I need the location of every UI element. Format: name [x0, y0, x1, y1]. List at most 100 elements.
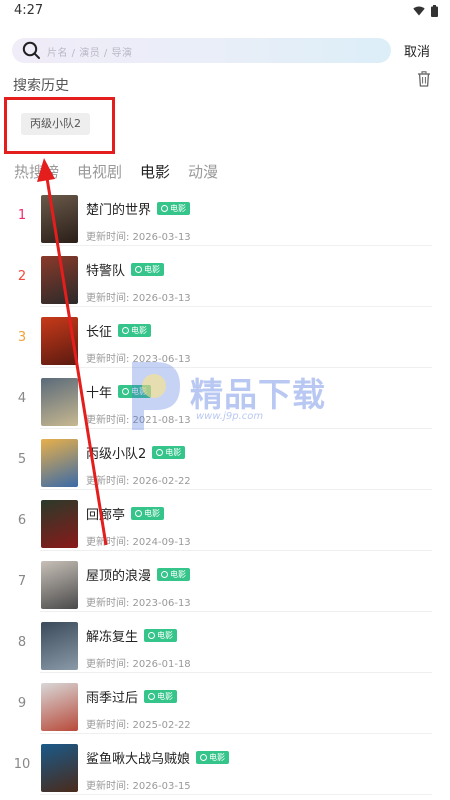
status-time: 4:27: [14, 3, 44, 18]
list-item[interactable]: 8 解冻复生 电影 更新时间: 2026-01-18: [0, 612, 450, 673]
badge-icon: [135, 266, 143, 273]
update-time: 更新时间: 2026-03-15: [86, 781, 191, 792]
update-time: 更新时间: 2026-03-13: [86, 293, 191, 304]
tab-movies[interactable]: 电影: [140, 161, 170, 182]
movie-poster[interactable]: [41, 500, 78, 548]
category-badge: 电影: [152, 446, 186, 459]
badge-icon: [122, 388, 130, 395]
row-divider: [40, 794, 432, 795]
rank-number: 9: [17, 696, 27, 711]
movie-title-line: 回廊亭 电影: [86, 504, 165, 523]
movie-title-line: 丙级小队2 电影: [86, 443, 186, 462]
badge-icon: [200, 754, 208, 761]
update-time: 更新时间: 2024-09-13: [86, 537, 191, 548]
update-time: 更新时间: 2026-03-13: [86, 232, 191, 243]
history-item-chip[interactable]: 丙级小队2: [21, 113, 90, 135]
badge-icon: [161, 205, 169, 212]
movie-title: 回廊亭: [86, 508, 126, 523]
badge-label: 电影: [170, 570, 187, 579]
badge-label: 电影: [131, 387, 148, 396]
movie-title: 长征: [86, 325, 113, 340]
list-item[interactable]: 6 回廊亭 电影更新时间: 2024-09-13: [0, 490, 450, 551]
list-item[interactable]: 3 长征 电影更新时间: 2023-06-13: [0, 307, 450, 368]
badge-label: 电影: [131, 326, 148, 335]
update-time: 更新时间: 2023-06-13: [86, 354, 191, 365]
badge-label: 电影: [157, 631, 174, 640]
list-item[interactable]: 4 十年 电影更新时间: 2021-08-13: [0, 368, 450, 429]
rank-number: 5: [17, 452, 27, 467]
movie-poster[interactable]: [41, 195, 78, 243]
movie-title-line: 屋顶的浪漫 电影: [86, 565, 191, 584]
movie-poster[interactable]: [41, 378, 78, 426]
tab-tv-series[interactable]: 电视剧: [77, 161, 122, 182]
movie-title-line: 长征 电影: [86, 321, 152, 340]
badge-icon: [156, 449, 164, 456]
movie-poster[interactable]: [41, 439, 78, 487]
movie-poster[interactable]: [41, 256, 78, 304]
movie-title-line: 十年 电影: [86, 382, 152, 401]
badge-icon: [148, 632, 156, 639]
list-item[interactable]: 10 鲨鱼啾大战乌贼娘 电影 更新时间: 2026-03-15: [0, 734, 450, 795]
movie-poster[interactable]: [41, 744, 78, 792]
movie-title: 雨季过后: [86, 691, 139, 706]
wifi-icon: [413, 6, 425, 16]
badge-label: 电影: [144, 509, 161, 518]
list-item[interactable]: 7 屋顶的浪漫 电影 更新时间: 2023-06-13: [0, 551, 450, 612]
category-badge: 电影: [157, 568, 191, 581]
list-item[interactable]: 5 丙级小队2 电影更新时间: 2026-02-22: [0, 429, 450, 490]
category-badge: 电影: [196, 751, 230, 764]
tab-anime[interactable]: 动漫: [188, 161, 218, 182]
category-badge: 电影: [131, 507, 165, 520]
list-item[interactable]: 2 特警队 电影更新时间: 2026-03-13: [0, 246, 450, 307]
movie-poster[interactable]: [41, 561, 78, 609]
rank-number: 4: [17, 391, 27, 406]
badge-label: 电影: [170, 204, 187, 213]
update-time: 更新时间: 2021-08-13: [86, 415, 191, 426]
rank-number: 2: [17, 269, 27, 284]
badge-label: 电影: [165, 448, 182, 457]
movie-title-line: 特警队 电影: [86, 260, 165, 279]
movie-title-line: 雨季过后 电影: [86, 687, 178, 706]
status-bar: 4:27: [0, 0, 450, 24]
movie-poster[interactable]: [41, 622, 78, 670]
search-icon: [22, 41, 40, 59]
tab-hot-search[interactable]: 热搜榜: [14, 161, 59, 182]
rank-number: 6: [17, 513, 27, 528]
category-badge: 电影: [157, 202, 191, 215]
search-input[interactable]: 片名 / 演员 / 导演: [12, 38, 391, 63]
list-item[interactable]: 1 楚门的世界 电影更新时间: 2026-03-13: [0, 185, 450, 246]
rank-number: 1: [17, 208, 27, 223]
badge-label: 电影: [157, 692, 174, 701]
badge-icon: [122, 327, 130, 334]
category-tabs: 热搜榜 电视剧 电影 动漫: [14, 161, 236, 182]
movie-title: 特警队: [86, 264, 126, 279]
status-icons: [413, 5, 438, 17]
update-time: 更新时间: 2025-02-22: [86, 720, 191, 731]
rank-number: 3: [17, 330, 27, 345]
movie-title: 鲨鱼啾大战乌贼娘: [86, 752, 191, 767]
movie-title-line: 鲨鱼啾大战乌贼娘 电影: [86, 748, 230, 767]
movie-poster[interactable]: [41, 683, 78, 731]
trash-icon[interactable]: [417, 71, 431, 87]
rank-number: 8: [17, 635, 27, 650]
search-history-title: 搜索历史: [13, 78, 69, 94]
category-badge: 电影: [118, 385, 152, 398]
cancel-button[interactable]: 取消: [404, 41, 430, 60]
list-item[interactable]: 9 雨季过后 电影更新时间: 2025-02-22: [0, 673, 450, 734]
movie-poster[interactable]: [41, 317, 78, 365]
rank-number: 7: [17, 574, 27, 589]
badge-label: 电影: [209, 753, 226, 762]
movie-title: 解冻复生: [86, 630, 139, 645]
category-badge: 电影: [144, 690, 178, 703]
category-badge: 电影: [118, 324, 152, 337]
movie-title-line: 解冻复生 电影: [86, 626, 178, 645]
badge-label: 电影: [144, 265, 161, 274]
category-badge: 电影: [131, 263, 165, 276]
ranking-list: 1 楚门的世界 电影 更新时间: 2026-03-13 2 特警队 电影 更新时间: 2026…: [0, 185, 450, 795]
search-placeholder: 片名 / 演员 / 导演: [47, 48, 133, 59]
movie-title: 丙级小队2: [86, 447, 147, 462]
movie-title: 楚门的世界: [86, 203, 152, 218]
movie-title: 十年: [86, 386, 113, 401]
update-time: 更新时间: 2026-02-22: [86, 476, 191, 487]
category-badge: 电影: [144, 629, 178, 642]
